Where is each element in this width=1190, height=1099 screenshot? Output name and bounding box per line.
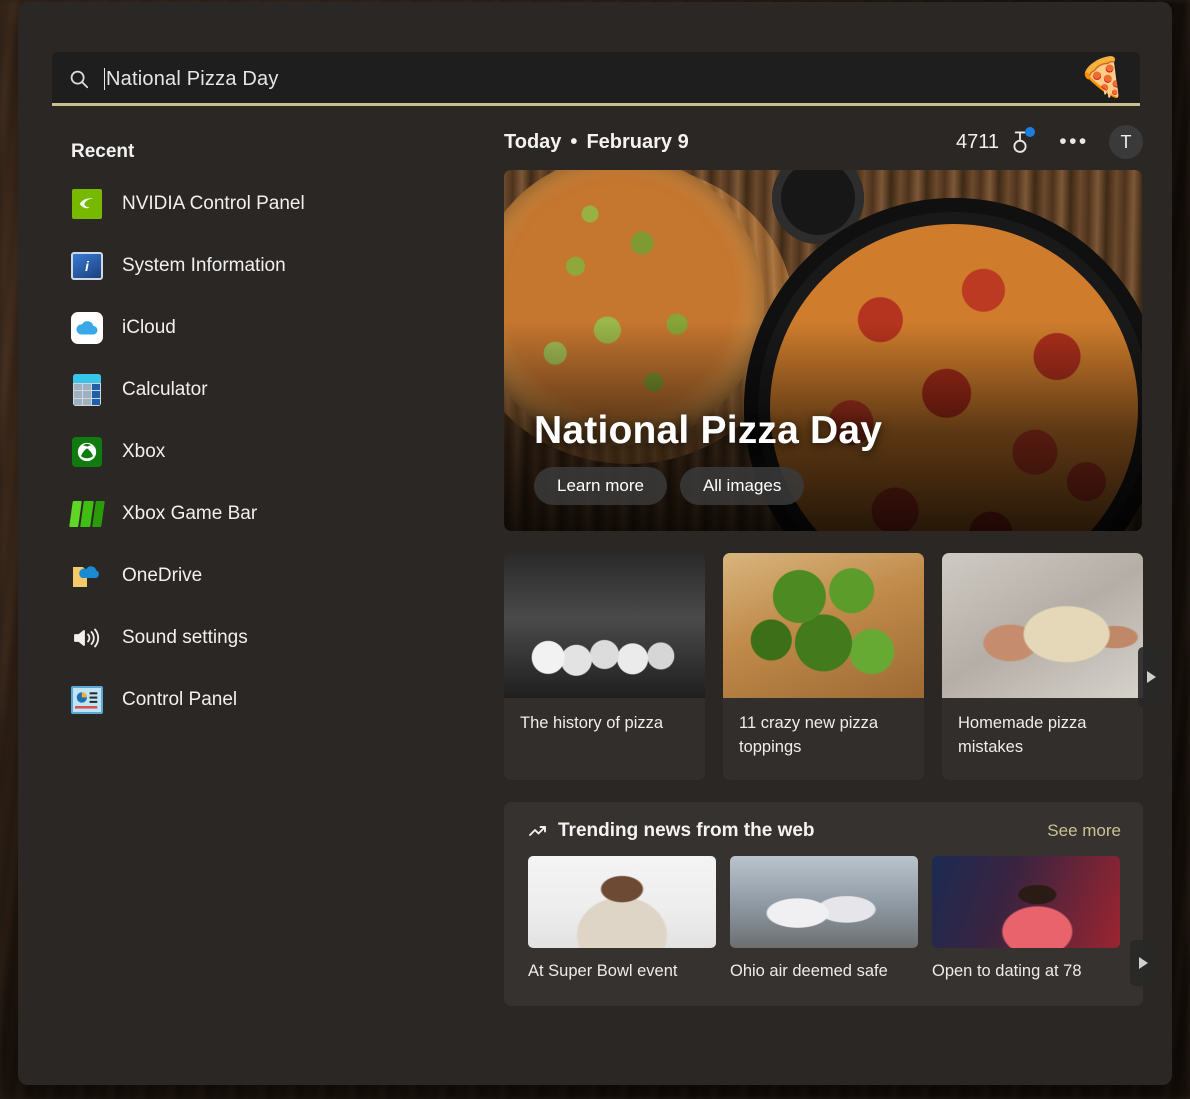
news-item[interactable]: Open to dating at 78 xyxy=(932,855,1120,984)
historic-pizzeria-photo xyxy=(504,553,705,698)
notification-dot xyxy=(1025,127,1035,137)
search-input-value: National Pizza Day xyxy=(106,67,279,90)
kneading-dough-photo xyxy=(942,553,1143,698)
xbox-icon xyxy=(70,435,104,469)
trending-up-icon xyxy=(528,823,548,839)
feed-header: Today • February 9 4711 ••• T xyxy=(504,122,1143,162)
recent-item-label: Xbox xyxy=(122,441,166,462)
header-actions: 4711 ••• T xyxy=(956,125,1143,159)
article-card[interactable]: Homemade pizza mistakes xyxy=(942,553,1143,780)
woman-at-event-photo xyxy=(528,855,716,948)
news-item[interactable]: Ohio air deemed safe xyxy=(730,855,918,984)
article-card[interactable]: 11 crazy new pizza toppings xyxy=(723,553,924,780)
article-card[interactable]: The history of pizza xyxy=(504,553,705,780)
article-cards-carousel: The history of pizza 11 crazy new pizza … xyxy=(504,553,1165,780)
hero-content: National Pizza Day Learn more All images xyxy=(534,409,1118,505)
text-caret xyxy=(104,68,105,90)
windows-search-panel: National Pizza Day 🍕 Recent NVIDIA Contr… xyxy=(18,2,1172,1085)
recent-item-xbox[interactable]: Xbox xyxy=(52,421,504,483)
content-feed: Today • February 9 4711 ••• T National P… xyxy=(504,122,1172,1085)
recent-item-label: Control Panel xyxy=(122,689,238,710)
hero-banner[interactable]: National Pizza Day Learn more All images xyxy=(504,170,1142,531)
onedrive-icon xyxy=(70,559,104,593)
green-topping-pizza-photo xyxy=(723,553,924,698)
chevron-right-icon xyxy=(1147,671,1156,683)
search-accent-underline xyxy=(52,103,1140,106)
trending-news-section: Trending news from the web See more At S… xyxy=(504,801,1157,1006)
article-card-title: Homemade pizza mistakes xyxy=(958,714,1087,756)
see-more-link[interactable]: See more xyxy=(1047,821,1121,841)
trending-header: Trending news from the web See more xyxy=(528,820,1121,842)
recent-item-label: NVIDIA Control Panel xyxy=(122,193,305,214)
news-next-button[interactable] xyxy=(1130,939,1157,986)
control-panel-icon xyxy=(70,683,104,717)
learn-more-button[interactable]: Learn more xyxy=(534,467,667,505)
xbox-game-bar-icon xyxy=(69,497,105,531)
cards-next-button[interactable] xyxy=(1138,647,1165,707)
hazmat-workers-photo xyxy=(730,855,918,948)
article-card-title: 11 crazy new pizza toppings xyxy=(739,714,879,756)
calculator-icon xyxy=(70,373,104,407)
news-item-title: Open to dating at 78 xyxy=(932,961,1082,980)
recent-item-system-information[interactable]: i System Information xyxy=(52,235,504,297)
system-information-icon: i xyxy=(70,249,104,283)
news-items-row: At Super Bowl event Ohio air deemed safe… xyxy=(528,855,1121,984)
panel-body: Recent NVIDIA Control Panel i System Inf… xyxy=(18,122,1172,1085)
speaker-icon xyxy=(70,621,104,655)
avatar[interactable]: T xyxy=(1109,125,1143,159)
recent-item-label: Xbox Game Bar xyxy=(122,503,258,524)
recent-item-label: Calculator xyxy=(122,379,208,400)
hero-buttons: Learn more All images xyxy=(534,467,1118,505)
recent-item-nvidia-control-panel[interactable]: NVIDIA Control Panel xyxy=(52,173,504,235)
recent-section: Recent NVIDIA Control Panel i System Inf… xyxy=(18,122,504,1085)
recent-item-label: System Information xyxy=(122,255,286,276)
news-item-title: At Super Bowl event xyxy=(528,961,678,980)
rewards-points: 4711 xyxy=(955,130,999,153)
recent-item-icloud[interactable]: iCloud xyxy=(52,297,504,359)
recent-item-xbox-game-bar[interactable]: Xbox Game Bar xyxy=(52,483,504,545)
recent-item-label: OneDrive xyxy=(122,565,203,586)
chevron-right-icon xyxy=(1139,956,1148,969)
rewards-medal-icon[interactable] xyxy=(1007,127,1035,155)
news-item[interactable]: At Super Bowl event xyxy=(528,855,716,984)
recent-item-sound-settings[interactable]: Sound settings xyxy=(52,607,504,669)
recent-item-control-panel[interactable]: Control Panel xyxy=(52,669,504,731)
recent-item-calculator[interactable]: Calculator xyxy=(52,359,504,421)
today-label: Today xyxy=(504,130,562,153)
hero-title: National Pizza Day xyxy=(534,409,883,452)
recent-item-label: Sound settings xyxy=(122,627,248,648)
trending-title: Trending news from the web xyxy=(558,819,815,841)
date-label: February 9 xyxy=(586,130,689,153)
nvidia-icon xyxy=(70,187,104,221)
recent-item-onedrive[interactable]: OneDrive xyxy=(52,545,504,607)
search-box-container: National Pizza Day 🍕 xyxy=(52,52,1140,106)
news-item-title: Ohio air deemed safe xyxy=(730,961,888,980)
more-options-button[interactable]: ••• xyxy=(1055,125,1093,159)
icloud-icon xyxy=(70,311,104,345)
singer-performing-photo xyxy=(932,855,1120,948)
search-input[interactable]: National Pizza Day 🍕 xyxy=(52,52,1140,106)
search-icon xyxy=(68,68,90,90)
recent-heading: Recent xyxy=(71,141,135,162)
pizza-slice-icon: 🍕 xyxy=(1078,57,1126,99)
all-images-button[interactable]: All images xyxy=(679,467,805,505)
header-separator: • xyxy=(570,130,578,153)
article-card-title: The history of pizza xyxy=(520,714,664,732)
recent-item-label: iCloud xyxy=(122,317,176,338)
